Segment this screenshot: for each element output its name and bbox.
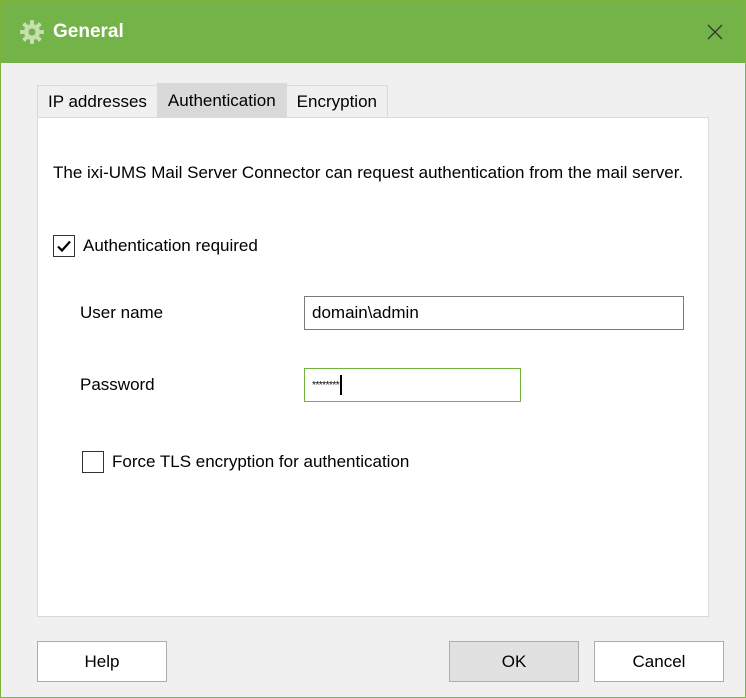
username-label: User name bbox=[80, 303, 164, 322]
close-icon bbox=[707, 24, 723, 40]
username-input[interactable]: domain\admin bbox=[304, 296, 684, 330]
password-input[interactable]: ******** bbox=[304, 368, 521, 402]
authentication-panel: The ixi-UMS Mail Server Connector can re… bbox=[37, 117, 709, 617]
force-tls-label: Force TLS encryption for authentication bbox=[112, 452, 410, 471]
help-button[interactable]: Help bbox=[37, 641, 167, 682]
password-label: Password bbox=[80, 375, 155, 394]
force-tls-checkbox[interactable] bbox=[82, 451, 104, 473]
auth-required-checkbox[interactable] bbox=[53, 235, 75, 257]
general-dialog: General IP addresses Authentication Encr… bbox=[0, 0, 746, 698]
tab-encryption[interactable]: Encryption bbox=[285, 85, 388, 118]
tab-authentication[interactable]: Authentication bbox=[156, 83, 287, 118]
auth-required-checkbox-row[interactable]: Authentication required bbox=[53, 235, 258, 257]
ok-button[interactable]: OK bbox=[449, 641, 579, 682]
checkmark-icon bbox=[57, 240, 71, 253]
title-bar: General bbox=[1, 1, 745, 63]
gear-icon bbox=[19, 19, 45, 45]
close-button[interactable] bbox=[685, 1, 745, 63]
auth-description: The ixi-UMS Mail Server Connector can re… bbox=[53, 163, 684, 182]
tab-ip-addresses[interactable]: IP addresses bbox=[37, 85, 158, 118]
username-value: domain\admin bbox=[312, 303, 419, 322]
auth-required-label: Authentication required bbox=[83, 236, 258, 255]
cancel-button[interactable]: Cancel bbox=[594, 641, 724, 682]
window-title: General bbox=[53, 21, 124, 42]
text-caret bbox=[340, 375, 342, 395]
password-value: ******** bbox=[312, 379, 340, 391]
force-tls-checkbox-row[interactable]: Force TLS encryption for authentication bbox=[82, 451, 409, 473]
tab-strip: IP addresses Authentication Encryption bbox=[37, 82, 388, 118]
